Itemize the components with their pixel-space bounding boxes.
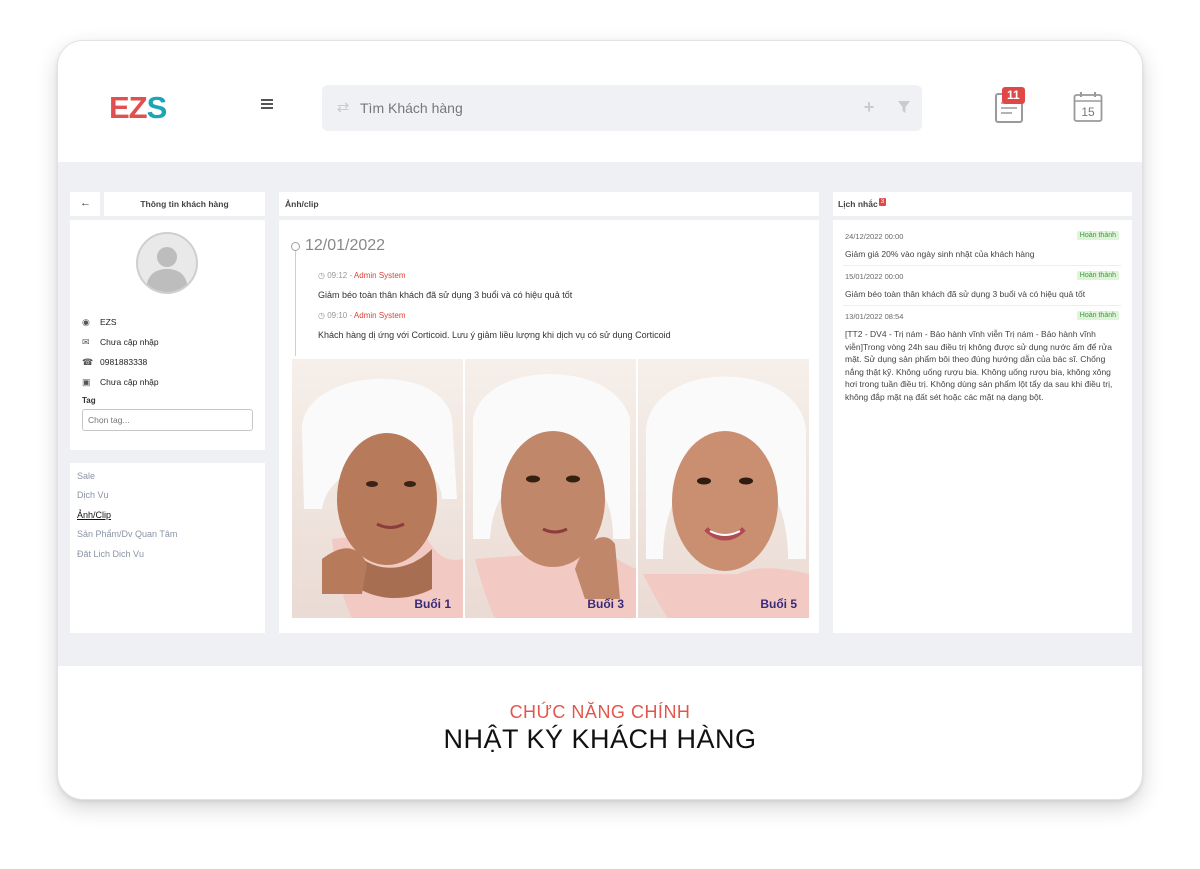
entry-1-text: Giảm béo toàn thân khách đã sử dụng 3 bu…: [318, 290, 573, 300]
customer-address: Chưa cập nhập: [100, 377, 159, 387]
reminder-date: 15/01/2022 00:00: [845, 272, 904, 281]
filter-icon[interactable]: [897, 100, 911, 114]
calendar-icon[interactable]: 15: [1073, 91, 1103, 123]
hamburger-icon[interactable]: [261, 99, 273, 109]
status-badge: Hoàn thành: [1076, 231, 1119, 240]
photo-label-5: Buổi 5: [760, 597, 797, 611]
entry-2-text: Khách hàng dị ứng với Corticoid. Lưu ý g…: [318, 330, 671, 340]
plus-icon[interactable]: +: [861, 97, 877, 117]
calendar-day: 15: [1081, 105, 1095, 119]
clock-icon: ◷: [318, 311, 325, 320]
reminder-text: [TT2 - DV4 - Trị nám - Bảo hành vĩnh viễ…: [845, 329, 1113, 402]
logo-part-2: S: [146, 90, 168, 125]
photo-label-3: Buổi 3: [587, 597, 624, 611]
building-icon: ▣: [82, 377, 91, 387]
media-panel-header: Ảnh/clip: [279, 192, 819, 216]
customer-phone-row: ☎ 0981883338: [82, 357, 147, 371]
reminder-text: Giảm béo toàn thân khách đã sử dụng 3 bu…: [845, 289, 1086, 299]
phone-icon: ☎: [82, 357, 94, 367]
notification-badge: 11: [1002, 87, 1025, 104]
photo-session-5[interactable]: Buổi 5: [638, 359, 809, 618]
clock-icon: ◷: [318, 271, 325, 280]
arrow-left-icon: ←: [80, 197, 91, 209]
avatar: [136, 232, 198, 294]
timeline-dot: [291, 242, 300, 251]
menu-item-booking[interactable]: Đặt Lịch Dịch Vụ: [77, 549, 144, 557]
reminder-date: 13/01/2022 08:54: [845, 312, 904, 321]
reminders-header: Lịch nhắc 3: [833, 192, 1132, 216]
customer-info-header: Thông tin khách hàng: [104, 192, 265, 216]
photo-session-1[interactable]: Buổi 1: [292, 359, 463, 618]
back-button[interactable]: ←: [70, 192, 100, 216]
search-input[interactable]: [360, 95, 830, 121]
customer-info-title: Thông tin khách hàng: [140, 199, 229, 209]
timeline-date: 12/01/2022: [305, 237, 386, 254]
entry-1-meta: ◷ 09:12 - Admin System: [318, 271, 406, 280]
menu-item-services[interactable]: Dịch Vụ: [77, 490, 109, 500]
user-icon: ◉: [82, 317, 90, 327]
reminders-title: Lịch nhắc: [838, 199, 878, 209]
photo-session-3[interactable]: Buổi 3: [465, 359, 636, 618]
tag-select-input[interactable]: [82, 409, 253, 431]
tag-label: Tag: [82, 396, 96, 405]
photo-gallery: Buổi 1 Buổi 3 Buổi 5: [292, 359, 809, 618]
entry-1-author: Admin System: [353, 271, 406, 280]
reminders-badge: 3: [878, 198, 887, 206]
caption-title: NHẬT KÝ KHÁCH HÀNG: [443, 724, 757, 754]
media-timeline: 12/01/2022 ◷ 09:12 - Admin System Giảm b…: [279, 220, 819, 633]
device-frame: EZS ⇄ + 11: [57, 40, 1143, 800]
app-header: EZS ⇄ + 11: [58, 41, 1142, 162]
customer-email-row: ✉ Chưa cập nhập: [82, 337, 159, 351]
reminder-text: Giảm giá 20% vào ngày sinh nhật của khác…: [845, 249, 1035, 259]
photo-label-1: Buổi 1: [414, 597, 451, 611]
menu-item-photos[interactable]: Ảnh/Clip: [77, 510, 111, 520]
reminder-item[interactable]: 13/01/2022 08:54 Hoàn thành [TT2 - DV4 -…: [843, 311, 1121, 412]
envelope-icon: ✉: [82, 337, 90, 347]
logo-part-1: EZ: [109, 90, 148, 125]
status-badge: Hoàn thành: [1076, 311, 1119, 320]
main-content: ← Thông tin khách hàng ◉ EZS ✉ Chưa cập nh…: [58, 162, 1142, 666]
customer-email: Chưa cập nhập: [100, 337, 159, 347]
reminder-item[interactable]: 24/12/2022 00:00 Hoàn thành Giảm giá 20%…: [843, 231, 1121, 266]
entry-2-time: 09:10: [327, 311, 348, 320]
media-panel-title: Ảnh/clip: [285, 199, 319, 209]
customer-phone: 0981883338: [100, 357, 148, 367]
customer-name-row: ◉ EZS: [82, 317, 117, 331]
menu-item-interests[interactable]: Sản Phẩm/Dv Quan Tâm: [77, 529, 177, 539]
caption-subtitle: CHỨC NĂNG CHÍNH: [509, 702, 691, 722]
timeline-line: [295, 246, 296, 356]
customer-menu: Sale Dịch Vụ Ảnh/Clip Sản Phẩm/Dv Quan T…: [70, 463, 265, 633]
menu-item-sale[interactable]: Sale: [77, 471, 95, 481]
entry-2-meta: ◷ 09:10 - Admin System: [318, 311, 406, 320]
customer-name: EZS: [100, 317, 117, 327]
refresh-icon[interactable]: ⇄: [334, 99, 352, 117]
entry-2-author: Admin System: [353, 311, 406, 320]
reminder-date: 24/12/2022 00:00: [845, 232, 904, 241]
reminders-list: 24/12/2022 00:00 Hoàn thành Giảm giá 20%…: [833, 220, 1132, 633]
entry-1-time: 09:12: [327, 271, 348, 280]
ezs-logo[interactable]: EZS: [109, 90, 168, 125]
status-badge: Hoàn thành: [1076, 271, 1119, 280]
customer-address-row: ▣ Chưa cập nhập: [82, 377, 159, 391]
reminder-item[interactable]: 15/01/2022 00:00 Hoàn thành Giảm béo toà…: [843, 271, 1121, 306]
customer-profile-card: ◉ EZS ✉ Chưa cập nhập ☎ 0981883338 ▣ Chưa cậ…: [70, 220, 265, 450]
search-bar: ⇄ +: [322, 85, 922, 131]
